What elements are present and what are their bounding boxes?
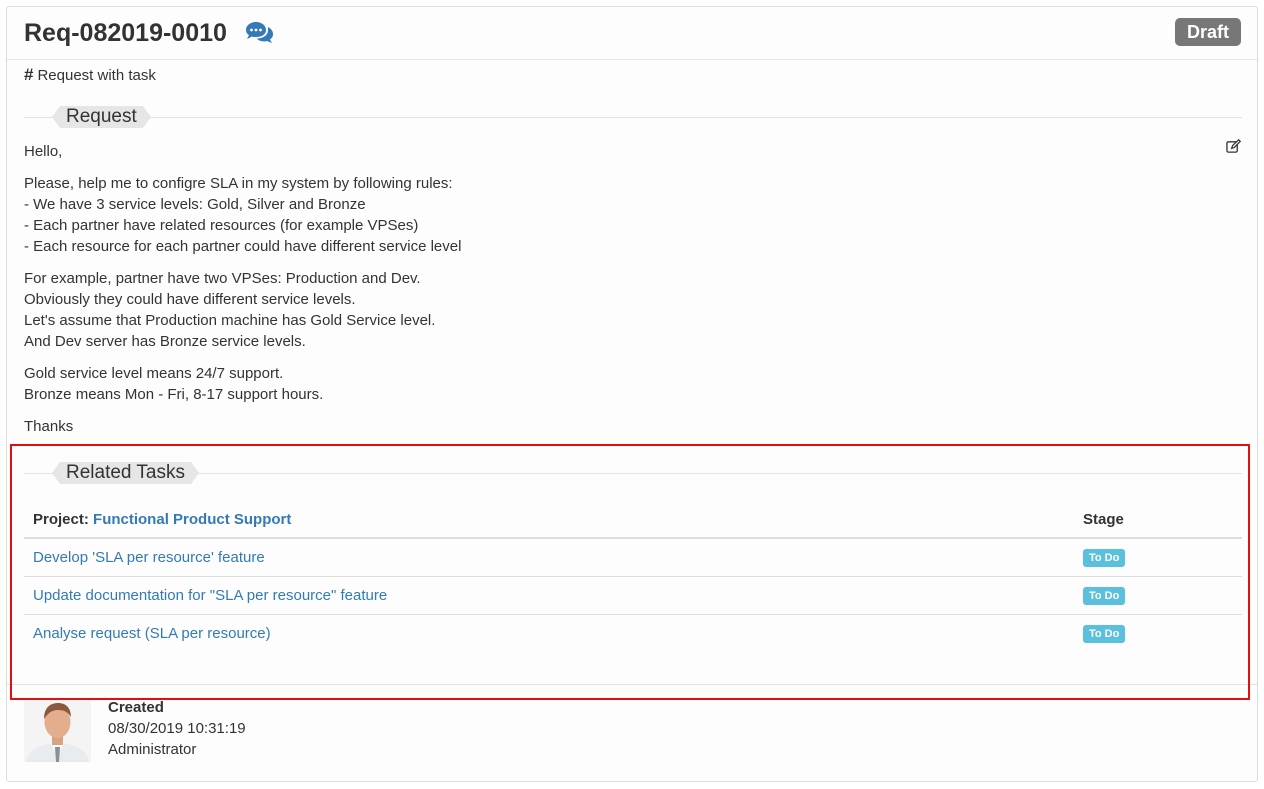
hash-icon: # <box>24 65 34 84</box>
request-panel: Req-082019-0010 Draft # Request with task… <box>6 6 1258 782</box>
stage-badge: To Do <box>1083 625 1126 643</box>
created-author: Administrator <box>108 741 197 758</box>
stage-badge: To Do <box>1083 549 1126 567</box>
created-datetime: 08/30/2019 10:31:19 <box>108 720 246 737</box>
request-body: Hello, Please, help me to configre SLA i… <box>24 141 1124 448</box>
task-link[interactable]: Develop 'SLA per resource' feature <box>33 549 265 566</box>
status-badge: Draft <box>1174 18 1241 46</box>
closing: Thanks <box>24 418 74 435</box>
divider <box>7 684 1257 685</box>
panel-header: Req-082019-0010 Draft <box>7 7 1257 60</box>
task-link[interactable]: Update documentation for "SLA per resour… <box>33 587 387 604</box>
comments-icon[interactable] <box>244 21 274 45</box>
edit-icon[interactable] <box>1226 139 1241 154</box>
created-info: Created 08/30/2019 10:31:19 Administrato… <box>108 697 246 760</box>
stage-badge: To Do <box>1083 587 1126 605</box>
request-section-header: Request <box>24 106 1242 132</box>
paragraph-example: For example, partner have two VPSes: Pro… <box>24 270 436 350</box>
related-tasks-table: Project: Functional Product Support Stag… <box>24 501 1242 652</box>
task-link[interactable]: Analyse request (SLA per resource) <box>33 625 271 642</box>
table-row: Develop 'SLA per resource' feature To Do <box>24 538 1242 577</box>
request-title: Req-082019-0010 <box>24 19 227 47</box>
project-label: Project: <box>33 511 89 528</box>
created-label: Created <box>108 699 164 716</box>
greeting: Hello, <box>24 143 63 160</box>
paragraph-rules: Please, help me to configre SLA in my sy… <box>24 175 462 255</box>
request-subtitle: # Request with task <box>24 65 156 86</box>
related-tasks-section-label: Related Tasks <box>52 462 199 484</box>
table-header-row: Project: Functional Product Support Stag… <box>24 501 1242 539</box>
request-section-label: Request <box>52 106 151 128</box>
project-link[interactable]: Functional Product Support <box>93 511 291 528</box>
avatar <box>24 700 91 762</box>
table-row: Analyse request (SLA per resource) To Do <box>24 615 1242 653</box>
project-header: Project: Functional Product Support <box>24 501 1074 539</box>
request-type: Request with task <box>37 67 156 84</box>
paragraph-levels: Gold service level means 24/7 support. B… <box>24 365 324 403</box>
stage-header: Stage <box>1074 501 1242 539</box>
related-tasks-section-header: Related Tasks <box>24 462 1242 488</box>
table-row: Update documentation for "SLA per resour… <box>24 576 1242 615</box>
